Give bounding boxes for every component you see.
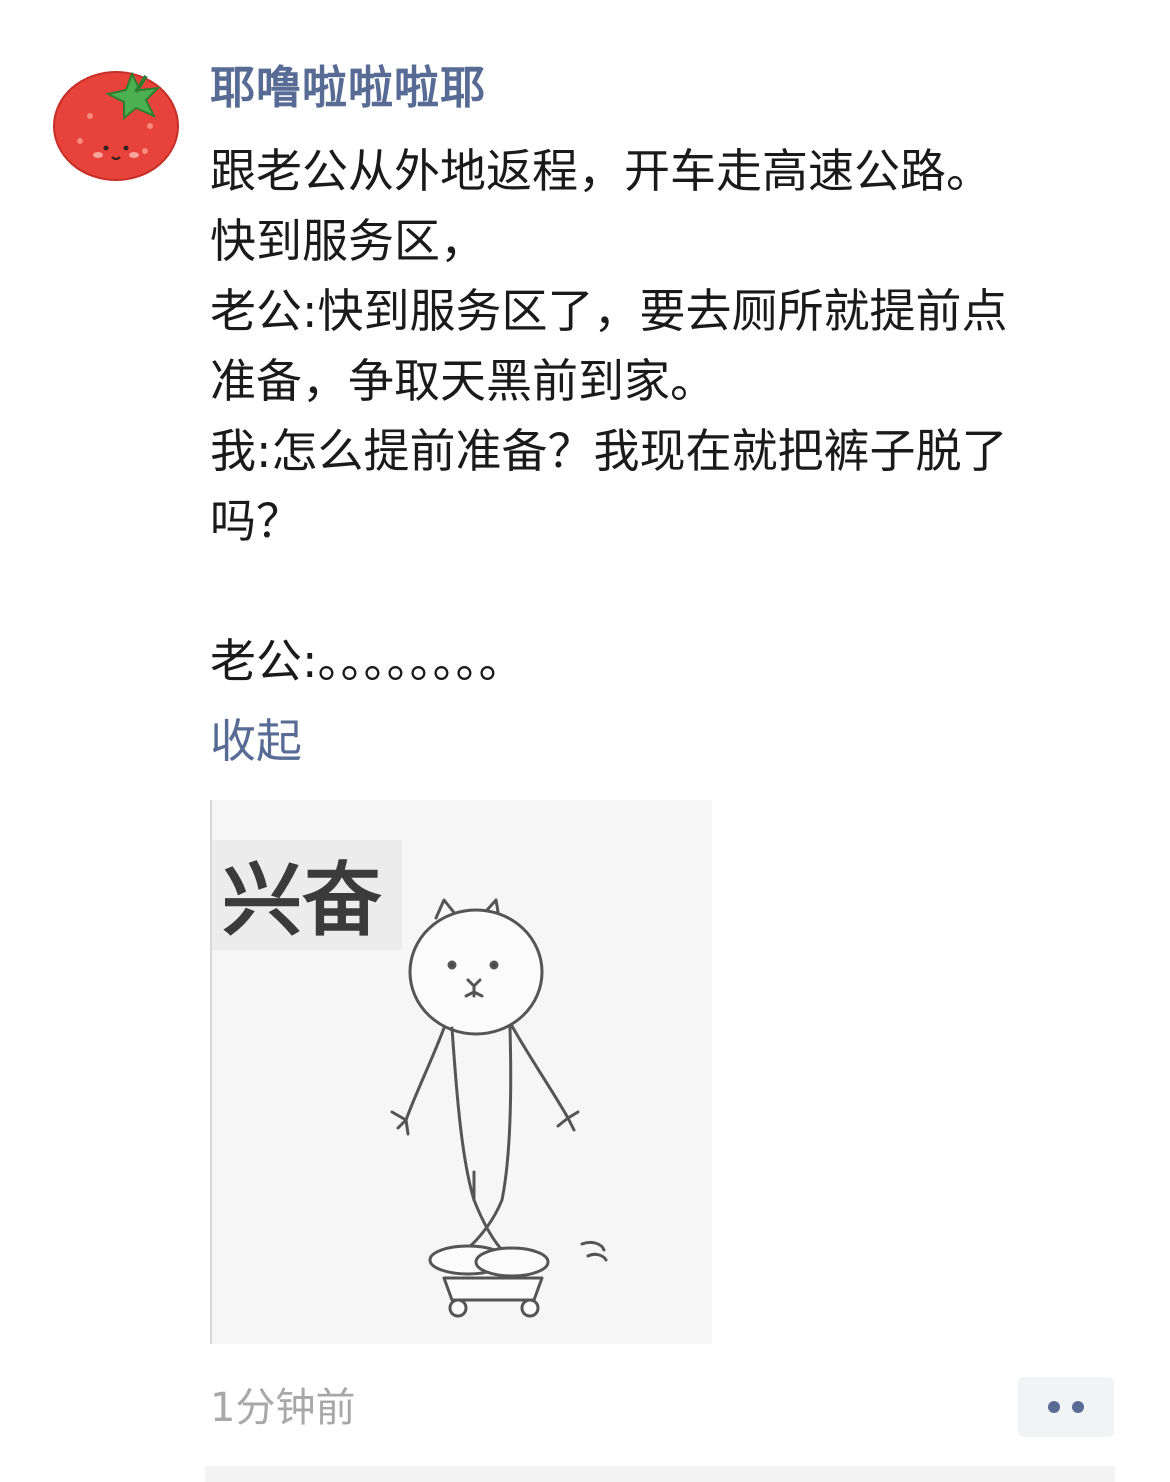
content-line: 我:怎么提前准备？我现在就把裤子脱了	[210, 424, 1008, 478]
comments-area-edge	[205, 1466, 1115, 1482]
content-blank-line	[210, 556, 1130, 626]
content-line: 吗？	[210, 494, 302, 548]
tomato-icon	[53, 71, 179, 181]
post-timestamp: 1分钟前	[210, 1385, 356, 1431]
moments-post: 耶噜啦啦啦耶 跟老公从外地返程，开车走高速公路。 快到服务区， 老公:快到服务区…	[0, 0, 1170, 1482]
content-line: 准备，争取天黑前到家。	[210, 354, 716, 408]
content-line: 快到服务区，	[210, 214, 486, 268]
collapse-link[interactable]: 收起	[210, 706, 302, 776]
content-line: 老公:。。。。。。。。	[210, 634, 525, 688]
username[interactable]: 耶噜啦啦啦耶	[210, 56, 486, 120]
excited-cat-meme-image: 兴奋	[212, 800, 712, 1344]
avatar[interactable]	[50, 56, 180, 184]
meme-caption: 兴奋	[222, 854, 382, 947]
more-actions-button[interactable]	[1018, 1377, 1114, 1437]
content-line: 跟老公从外地返程，开车走高速公路。	[210, 144, 992, 198]
more-dots-icon	[1072, 1401, 1084, 1413]
post-content: 跟老公从外地返程，开车走高速公路。 快到服务区， 老公:快到服务区了，要去厕所就…	[210, 136, 1130, 696]
content-line: 老公:快到服务区了，要去厕所就提前点	[210, 284, 1008, 338]
post-image[interactable]: 兴奋	[210, 800, 712, 1344]
more-dots-icon	[1048, 1401, 1060, 1413]
